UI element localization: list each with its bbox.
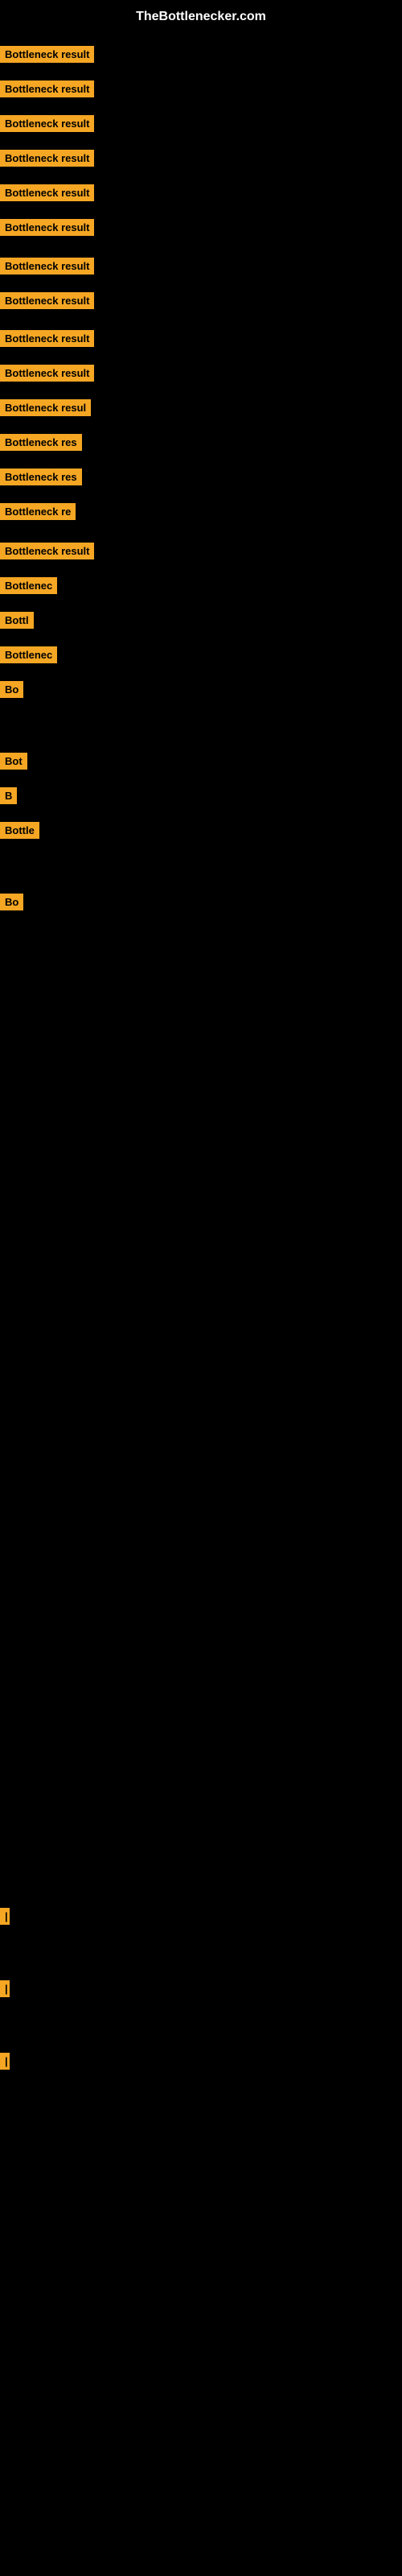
bottleneck-result-badge: Bottleneck result (0, 115, 94, 132)
bottleneck-result-badge: Bot (0, 753, 27, 770)
bottleneck-result-badge: Bottl (0, 612, 34, 629)
bottleneck-result-badge: Bottle (0, 822, 39, 839)
bottleneck-result-badge: Bottleneck result (0, 80, 94, 97)
bottleneck-result-badge: Bottleneck result (0, 150, 94, 167)
bottleneck-result-badge: Bottleneck res (0, 469, 82, 485)
bottleneck-result-badge: Bottlenec (0, 577, 57, 594)
bottleneck-result-badge: Bottleneck re (0, 503, 76, 520)
bottleneck-result-badge: Bottleneck result (0, 184, 94, 201)
bottleneck-result-badge: Bottleneck resul (0, 399, 91, 416)
bottleneck-result-badge: Bottleneck result (0, 258, 94, 275)
bottleneck-result-badge: Bo (0, 681, 23, 698)
bottleneck-result-badge: Bottleneck res (0, 434, 82, 451)
bottleneck-result-badge: | (0, 2053, 10, 2070)
bottleneck-result-badge: B (0, 787, 17, 804)
bottleneck-result-badge: Bottleneck result (0, 219, 94, 236)
bottleneck-result-badge: Bottleneck result (0, 46, 94, 63)
bottleneck-result-badge: | (0, 1980, 10, 1997)
bottleneck-result-badge: Bottleneck result (0, 543, 94, 559)
bottleneck-result-badge: Bottleneck result (0, 330, 94, 347)
bottleneck-result-badge: Bottleneck result (0, 292, 94, 309)
bottleneck-result-badge: Bottleneck result (0, 365, 94, 382)
bottleneck-result-badge: Bottlenec (0, 646, 57, 663)
site-title: TheBottlenecker.com (0, 3, 402, 31)
bottleneck-result-badge: Bo (0, 894, 23, 910)
bottleneck-result-badge: | (0, 1908, 10, 1925)
